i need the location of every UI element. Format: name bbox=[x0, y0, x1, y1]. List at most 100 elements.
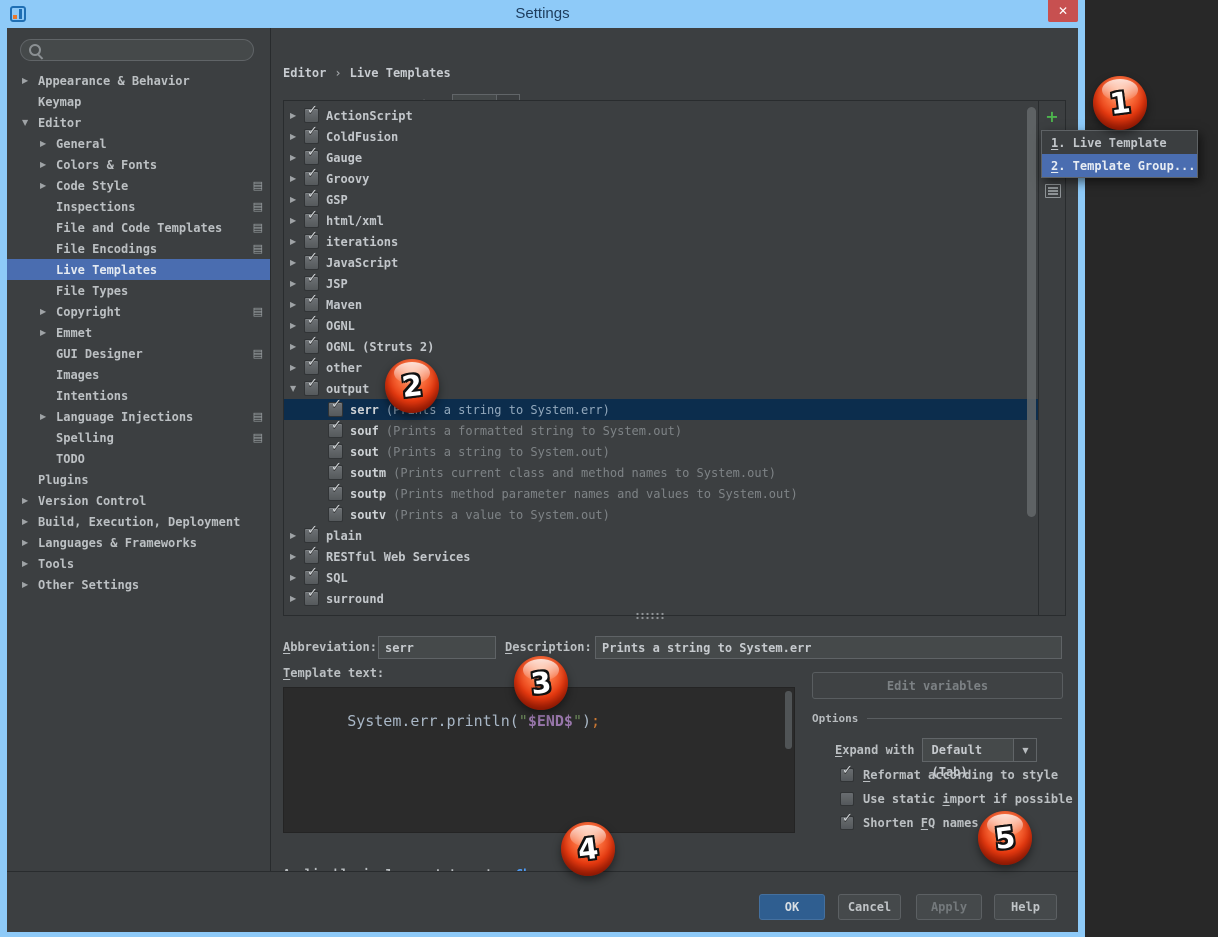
sidebar-item-colors-fonts[interactable]: Colors & Fonts bbox=[7, 154, 270, 175]
template-row-soutm[interactable]: soutm(Prints current class and method na… bbox=[284, 462, 1039, 483]
sidebar-item-code-style[interactable]: Code Style▤ bbox=[7, 175, 270, 196]
group-checkbox[interactable] bbox=[304, 339, 319, 354]
group-checkbox[interactable] bbox=[304, 255, 319, 270]
sidebar-item-version-control[interactable]: Version Control bbox=[7, 490, 270, 511]
sidebar-item-other-settings[interactable]: Other Settings bbox=[7, 574, 270, 595]
reformat-checkbox-row[interactable]: Reformat according to style bbox=[840, 768, 1058, 782]
settings-search-box[interactable] bbox=[20, 39, 254, 61]
group-checkbox[interactable] bbox=[304, 591, 319, 606]
template-row-soutp[interactable]: soutp(Prints method parameter names and … bbox=[284, 483, 1039, 504]
template-group-row[interactable]: GSP bbox=[284, 189, 1039, 210]
template-row-sout[interactable]: sout(Prints a string to System.out) bbox=[284, 441, 1039, 462]
search-input[interactable] bbox=[48, 42, 245, 58]
group-checkbox[interactable] bbox=[304, 234, 319, 249]
template-group-row[interactable]: JavaScript bbox=[284, 252, 1039, 273]
sidebar-item-live-templates[interactable]: Live Templates bbox=[7, 259, 270, 280]
sidebar-item-editor[interactable]: Editor bbox=[7, 112, 270, 133]
template-group-row[interactable]: OGNL bbox=[284, 315, 1039, 336]
group-checkbox[interactable] bbox=[304, 129, 319, 144]
template-checkbox[interactable] bbox=[328, 444, 343, 459]
template-group-row[interactable]: OGNL (Struts 2) bbox=[284, 336, 1039, 357]
checkbox[interactable] bbox=[840, 792, 854, 806]
shorten-fq-checkbox-row[interactable]: Shorten FQ names bbox=[840, 816, 979, 830]
template-checkbox[interactable] bbox=[328, 507, 343, 522]
sidebar-item-build-execution-deployment[interactable]: Build, Execution, Deployment bbox=[7, 511, 270, 532]
sidebar-item-intentions[interactable]: Intentions bbox=[7, 385, 270, 406]
checkbox[interactable] bbox=[840, 816, 854, 830]
description-input[interactable] bbox=[595, 636, 1062, 659]
template-row-souf[interactable]: souf(Prints a formatted string to System… bbox=[284, 420, 1039, 441]
template-group-row[interactable]: Gauge bbox=[284, 147, 1039, 168]
sidebar-item-emmet[interactable]: Emmet bbox=[7, 322, 270, 343]
title-bar[interactable]: Settings ✕ bbox=[0, 0, 1085, 28]
sidebar-item-keymap[interactable]: Keymap bbox=[7, 91, 270, 112]
sidebar-item-file-types[interactable]: File Types bbox=[7, 280, 270, 301]
edit-variables-button[interactable]: Edit variables bbox=[812, 672, 1063, 699]
sidebar-item-label: Colors & Fonts bbox=[56, 158, 157, 172]
group-checkbox[interactable] bbox=[304, 192, 319, 207]
group-checkbox[interactable] bbox=[304, 297, 319, 312]
sidebar-item-todo[interactable]: TODO bbox=[7, 448, 270, 469]
template-group-row[interactable]: ActionScript bbox=[284, 105, 1039, 126]
static-import-checkbox-row[interactable]: Use static import if possible bbox=[840, 792, 1073, 806]
popup-item-live-template[interactable]: 1. Live Template bbox=[1042, 131, 1197, 154]
close-button[interactable]: ✕ bbox=[1048, 0, 1078, 22]
group-checkbox[interactable] bbox=[304, 360, 319, 375]
template-group-row[interactable]: Groovy bbox=[284, 168, 1039, 189]
template-group-row[interactable]: Maven bbox=[284, 294, 1039, 315]
group-checkbox[interactable] bbox=[304, 108, 319, 123]
template-group-row[interactable]: SQL bbox=[284, 567, 1039, 588]
add-template-popup: 1. Live Template 2. Template Group... bbox=[1041, 130, 1198, 178]
group-checkbox[interactable] bbox=[304, 549, 319, 564]
sidebar-item-copyright[interactable]: Copyright▤ bbox=[7, 301, 270, 322]
template-checkbox[interactable] bbox=[328, 465, 343, 480]
abbreviation-input[interactable] bbox=[378, 636, 496, 659]
apply-button[interactable]: Apply bbox=[916, 894, 982, 920]
add-icon[interactable]: + bbox=[1044, 107, 1060, 126]
group-checkbox[interactable] bbox=[304, 381, 319, 396]
group-checkbox[interactable] bbox=[304, 213, 319, 228]
list-icon[interactable] bbox=[1045, 184, 1061, 198]
group-checkbox[interactable] bbox=[304, 150, 319, 165]
popup-item-template-group[interactable]: 2. Template Group... bbox=[1042, 154, 1197, 177]
template-checkbox[interactable] bbox=[328, 402, 343, 417]
template-checkbox[interactable] bbox=[328, 423, 343, 438]
group-checkbox[interactable] bbox=[304, 570, 319, 585]
sidebar-item-plugins[interactable]: Plugins bbox=[7, 469, 270, 490]
sidebar-item-tools[interactable]: Tools bbox=[7, 553, 270, 574]
sidebar-item-inspections[interactable]: Inspections▤ bbox=[7, 196, 270, 217]
ok-button[interactable]: OK bbox=[759, 894, 825, 920]
sidebar-item-file-and-code-templates[interactable]: File and Code Templates▤ bbox=[7, 217, 270, 238]
sidebar-item-spelling[interactable]: Spelling▤ bbox=[7, 427, 270, 448]
sidebar-item-label: Keymap bbox=[38, 95, 81, 109]
checkbox-label: Use static import if possible bbox=[863, 792, 1073, 806]
group-checkbox[interactable] bbox=[304, 171, 319, 186]
cancel-button[interactable]: Cancel bbox=[838, 894, 901, 920]
template-row-soutv[interactable]: soutv(Prints a value to System.out) bbox=[284, 504, 1039, 525]
template-group-row[interactable]: html/xml bbox=[284, 210, 1039, 231]
sidebar-item-general[interactable]: General bbox=[7, 133, 270, 154]
list-scrollbar[interactable] bbox=[1027, 107, 1036, 517]
group-checkbox[interactable] bbox=[304, 276, 319, 291]
sidebar-item-language-injections[interactable]: Language Injections▤ bbox=[7, 406, 270, 427]
sidebar-item-images[interactable]: Images bbox=[7, 364, 270, 385]
template-checkbox[interactable] bbox=[328, 486, 343, 501]
expand-with-combobox[interactable]: Default (Tab) ▼ bbox=[922, 738, 1037, 762]
template-group-row[interactable]: plain bbox=[284, 525, 1039, 546]
sidebar-item-label: File Encodings bbox=[56, 242, 157, 256]
sidebar-item-languages-frameworks[interactable]: Languages & Frameworks bbox=[7, 532, 270, 553]
template-group-row[interactable]: ColdFusion bbox=[284, 126, 1039, 147]
splitter-handle[interactable] bbox=[635, 612, 665, 620]
template-group-row[interactable]: surround bbox=[284, 588, 1039, 609]
sidebar-item-file-encodings[interactable]: File Encodings▤ bbox=[7, 238, 270, 259]
checkbox[interactable] bbox=[840, 768, 854, 782]
template-group-row[interactable]: JSP bbox=[284, 273, 1039, 294]
editor-scrollbar[interactable] bbox=[785, 691, 792, 749]
template-group-row[interactable]: iterations bbox=[284, 231, 1039, 252]
sidebar-item-gui-designer[interactable]: GUI Designer▤ bbox=[7, 343, 270, 364]
sidebar-item-appearance-behavior[interactable]: Appearance & Behavior bbox=[7, 70, 270, 91]
group-checkbox[interactable] bbox=[304, 318, 319, 333]
help-button[interactable]: Help bbox=[994, 894, 1057, 920]
group-checkbox[interactable] bbox=[304, 528, 319, 543]
template-group-row[interactable]: RESTful Web Services bbox=[284, 546, 1039, 567]
